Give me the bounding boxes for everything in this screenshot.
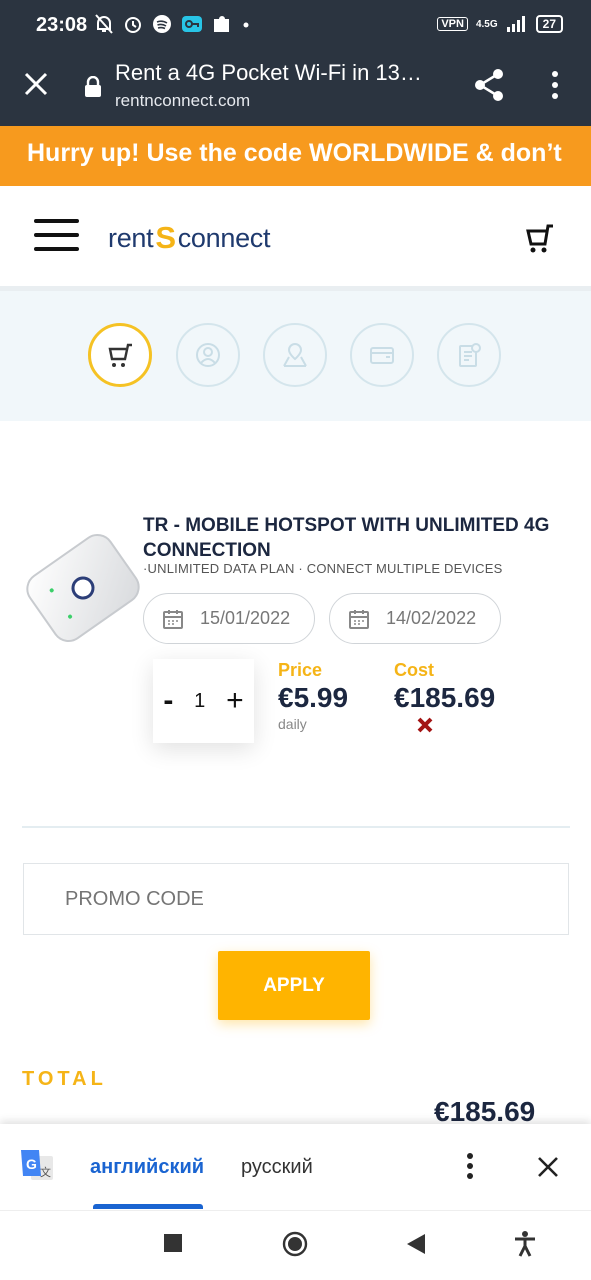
more-vert-icon[interactable] [548, 70, 562, 100]
product-features: ·UNLIMITED DATA PLAN · CONNECT MULTIPLE … [143, 561, 503, 576]
quantity-decrease-button[interactable]: - [163, 684, 173, 718]
product-title: TR - MOBILE HOTSPOT WITH UNLIMITED 4G CO… [143, 515, 550, 561]
dot-icon [243, 22, 249, 28]
logo-text-connect: connect [177, 222, 271, 253]
calendar-icon [349, 609, 369, 629]
browser-toolbar: Rent a 4G Pocket Wi-Fi in 13… rentnconne… [0, 52, 591, 126]
map-pin-icon [283, 342, 307, 367]
google-translate-icon[interactable]: G 文 [19, 1148, 55, 1184]
logo-mark: S [155, 220, 176, 255]
vpn-indicator: VPN [437, 17, 468, 31]
apply-button[interactable]: APPLY [218, 951, 370, 1020]
menu-icon[interactable] [34, 219, 79, 251]
end-date-field[interactable]: 14/02/2022 [329, 593, 501, 644]
section-divider [22, 826, 570, 828]
start-date-field[interactable]: 15/01/2022 [143, 593, 315, 644]
remove-item-icon[interactable] [416, 716, 434, 734]
site-header: rent S connect [0, 186, 591, 286]
user-icon [196, 343, 220, 367]
close-icon[interactable] [537, 1156, 559, 1178]
home-icon[interactable] [282, 1231, 308, 1257]
svg-text:文: 文 [40, 1165, 51, 1179]
svg-text:G: G [26, 1156, 37, 1172]
lock-icon[interactable] [84, 76, 102, 98]
accessibility-icon[interactable] [514, 1231, 536, 1257]
quantity-value[interactable]: 1 [194, 690, 205, 713]
status-bar: 23:08 VPN 4.5G 27 [0, 0, 591, 52]
start-date-value: 15/01/2022 [200, 608, 291, 628]
wallet-icon [370, 347, 394, 364]
system-nav-bar [0, 1210, 591, 1280]
promo-code-input[interactable] [23, 863, 569, 935]
vpn-key-icon [182, 16, 202, 32]
page-host[interactable]: rentnconnect.com [115, 91, 250, 111]
calendar-icon [163, 609, 183, 629]
total-label: TOTAL [22, 1068, 107, 1090]
recents-icon[interactable] [163, 1233, 183, 1253]
source-language-tab[interactable]: английский [90, 1156, 204, 1179]
price-unit: daily [278, 716, 307, 732]
price-value: €5.99 [278, 682, 349, 713]
back-icon[interactable] [406, 1233, 426, 1255]
cart-icon[interactable] [524, 222, 556, 254]
pocket-wifi-image [26, 534, 140, 642]
step-cart[interactable] [88, 323, 152, 387]
document-gear-icon [459, 343, 481, 367]
cost-value: €185.69 [394, 682, 496, 713]
quantity-increase-button[interactable]: + [226, 684, 244, 718]
quantity-stepper: - 1 + [153, 659, 254, 743]
notification-icons [94, 13, 251, 35]
signal-icon [506, 16, 525, 32]
battery-indicator: 27 [535, 15, 563, 33]
cost-label: Cost [394, 660, 434, 680]
checkout-steps [0, 286, 591, 421]
step-confirm[interactable] [437, 323, 501, 387]
end-date-value: 14/02/2022 [386, 608, 477, 628]
promo-banner[interactable]: Hurry up! Use the code WORLDWIDE & don’t [0, 126, 591, 186]
step-delivery[interactable] [263, 323, 327, 387]
step-payment[interactable] [350, 323, 414, 387]
cart-icon [108, 343, 132, 367]
step-account[interactable] [176, 323, 240, 387]
network-type: 4.5G [475, 18, 498, 30]
alarm-icon [125, 17, 141, 33]
translate-bar: G 文 английский русский [0, 1124, 591, 1210]
close-icon[interactable] [22, 70, 50, 98]
spotify-icon [153, 15, 171, 33]
promo-banner-text: Hurry up! Use the code WORLDWIDE & don’t [27, 139, 562, 167]
puzzle-icon [214, 16, 229, 32]
site-logo[interactable]: rent S connect [108, 220, 270, 256]
status-time: 23:08 [36, 14, 88, 36]
logo-text-rent: rent [108, 222, 154, 253]
bell-off-icon [95, 14, 113, 34]
share-icon[interactable] [474, 68, 506, 102]
page-title[interactable]: Rent a 4G Pocket Wi-Fi in 13… [115, 60, 422, 86]
more-vert-icon[interactable] [465, 1152, 475, 1180]
active-tab-indicator [93, 1204, 203, 1209]
target-language-tab[interactable]: русский [241, 1156, 313, 1179]
price-label: Price [278, 660, 323, 680]
